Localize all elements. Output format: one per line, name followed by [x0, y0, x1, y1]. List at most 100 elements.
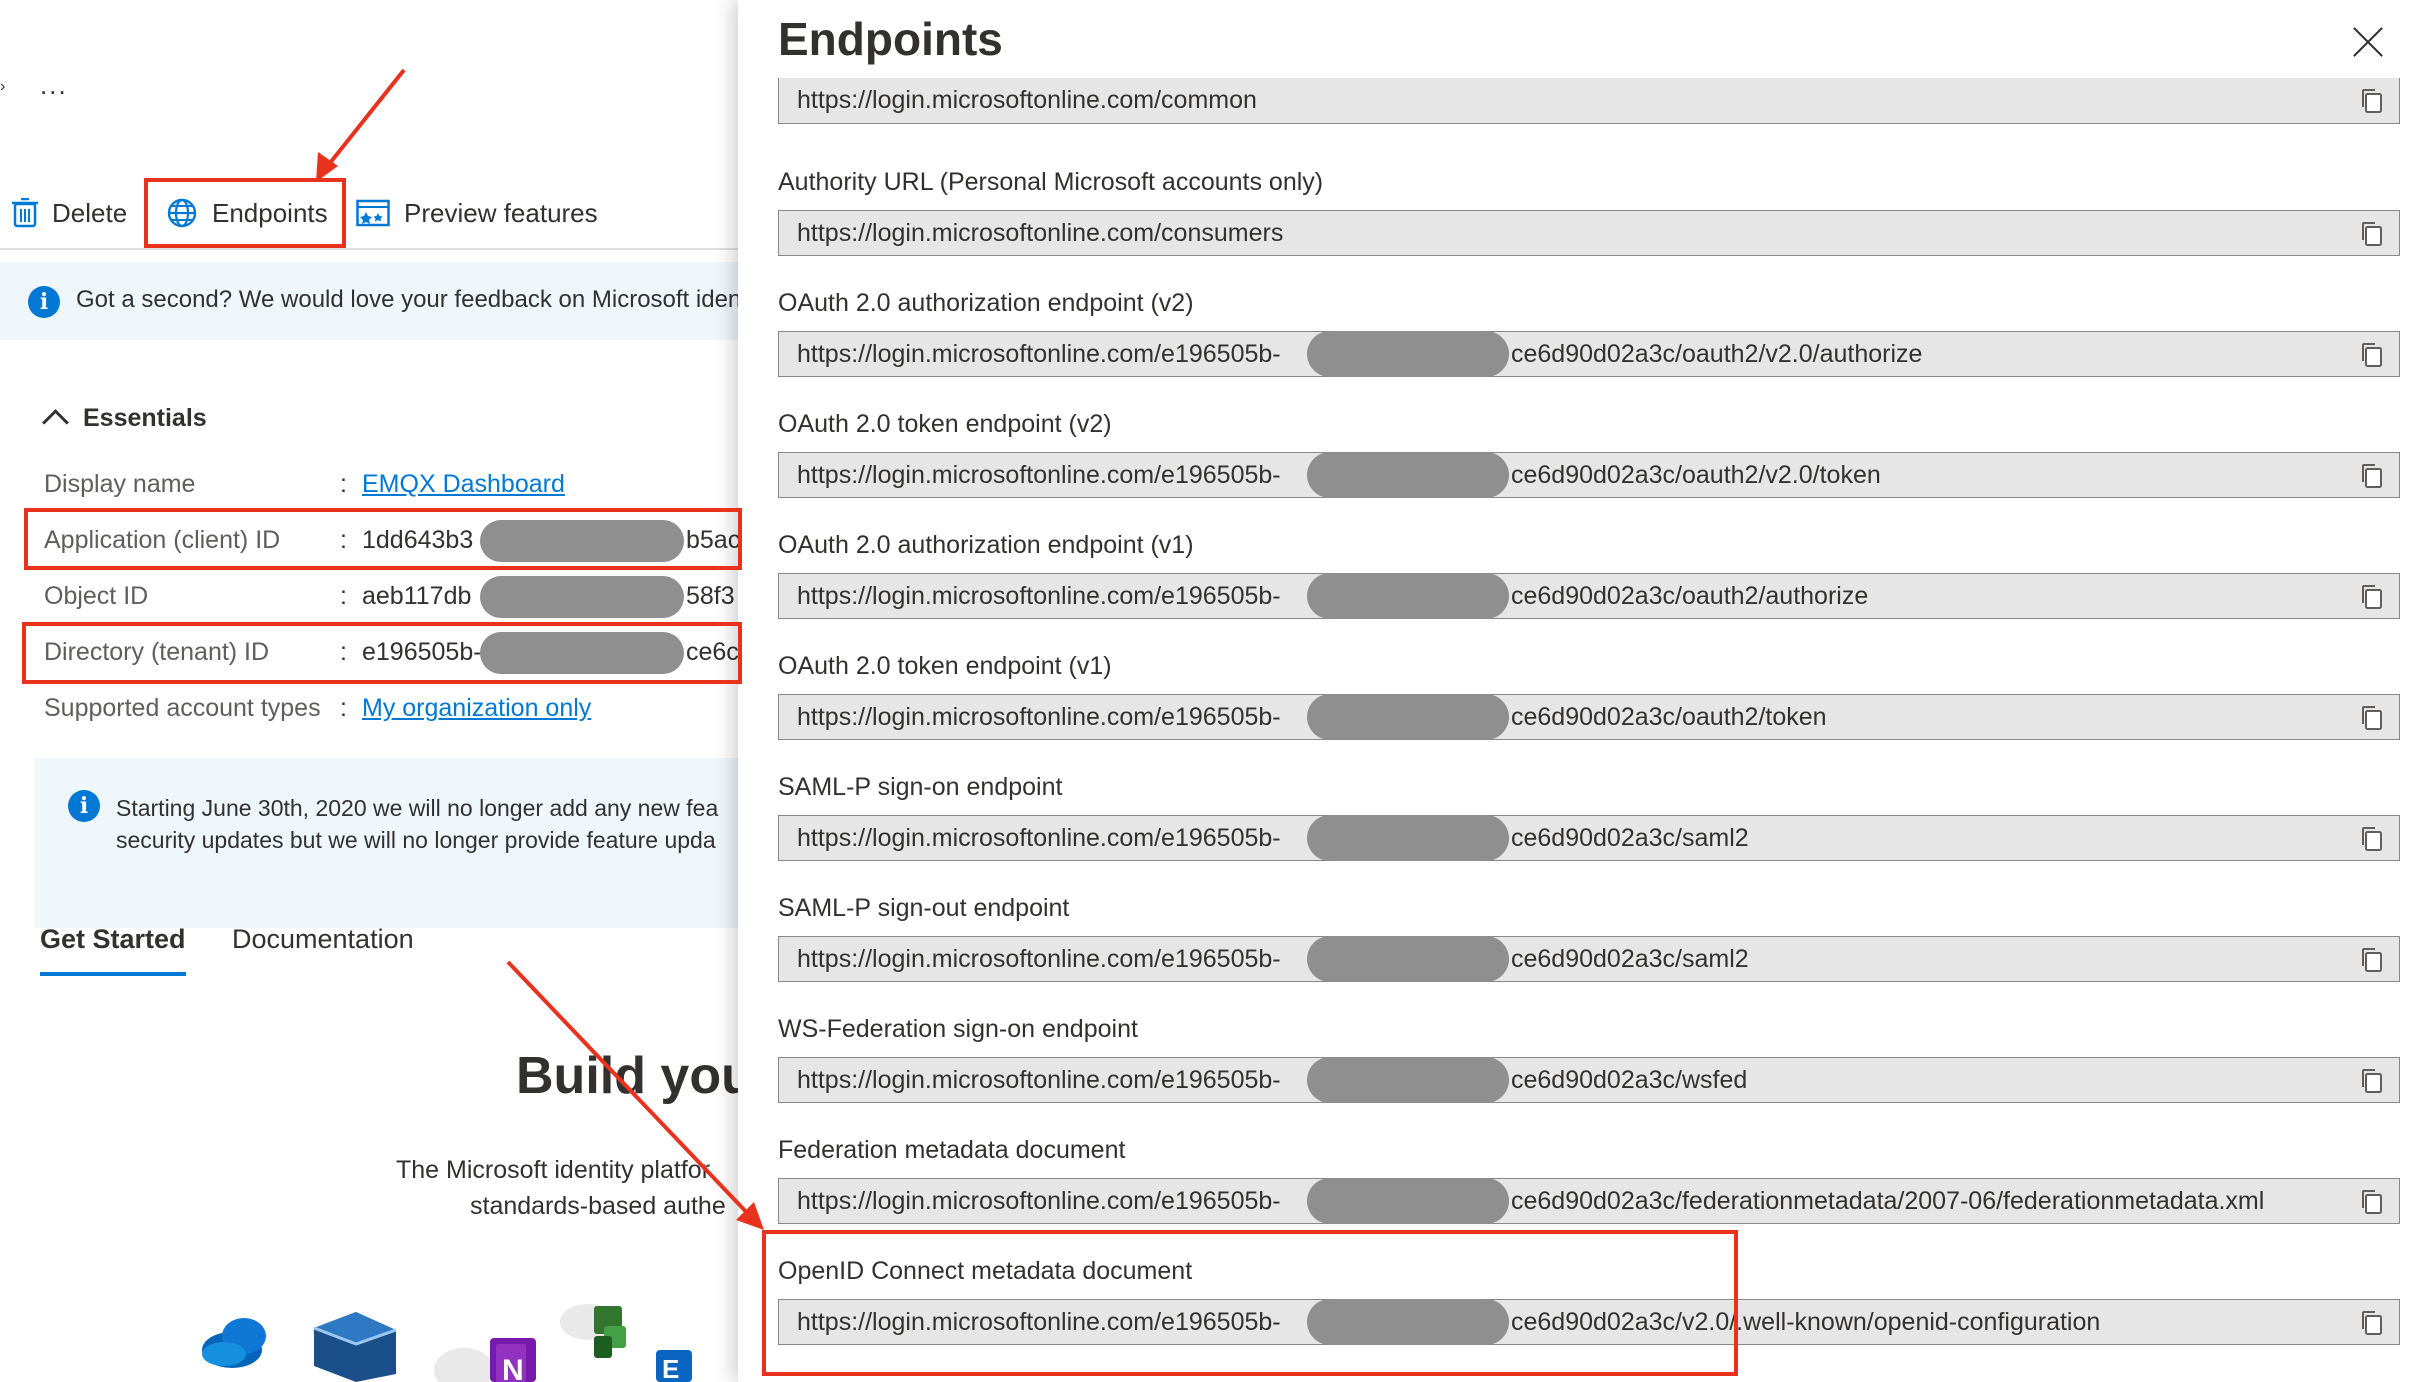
application-id-tail: b5ac — [686, 526, 738, 554]
endpoint-row: SAML-P sign-on endpoint https://login.mic… — [778, 761, 2408, 882]
redaction-blur — [480, 576, 684, 618]
redaction-blur — [1307, 573, 1509, 619]
endpoint-url-prefix: https://login.microsoftonline.com/consum… — [797, 219, 1284, 247]
endpoint-row: https://login.microsoftonline.com/common — [778, 78, 2408, 156]
endpoint-url-prefix: https://login.microsoftonline.com/e19650… — [797, 945, 1281, 973]
endpoints-button[interactable]: Endpoints — [166, 190, 328, 236]
endpoint-label: WS-Federation sign-on endpoint — [778, 1015, 1138, 1043]
endpoint-url-field[interactable]: https://login.microsoftonline.com/e19650… — [778, 1057, 2400, 1103]
deprecation-notice: i Starting June 30th, 2020 we will no lo… — [34, 758, 738, 928]
planner-icon — [560, 1304, 626, 1358]
display-name-link[interactable]: EMQX Dashboard — [362, 470, 565, 499]
essentials-title: Essentials — [83, 404, 207, 432]
copy-icon[interactable] — [2359, 463, 2385, 489]
redaction-blur — [1307, 1178, 1509, 1224]
endpoint-label: Federation metadata document — [778, 1136, 1126, 1164]
property-label: Application (client) ID — [44, 526, 281, 554]
onedrive-icon — [202, 1318, 266, 1368]
endpoint-url-prefix: https://login.microsoftonline.com/e19650… — [797, 1308, 1281, 1336]
feedback-text: Got a second? We would love your feedbac… — [76, 286, 738, 313]
endpoint-row: SAML-P sign-out endpoint https://login.mi… — [778, 882, 2408, 1003]
tab-documentation[interactable]: Documentation — [232, 924, 414, 955]
essentials-toggle[interactable]: Essentials — [42, 404, 207, 436]
endpoint-row: OAuth 2.0 token endpoint (v1) https://log… — [778, 640, 2408, 761]
endpoint-url-prefix: https://login.microsoftonline.com/e19650… — [797, 1066, 1281, 1094]
redaction-blur — [480, 632, 684, 674]
endpoint-row: WS-Federation sign-on endpoint https://lo… — [778, 1003, 2408, 1124]
copy-icon[interactable] — [2359, 947, 2385, 973]
endpoint-row: Federation metadata document https://logi… — [778, 1124, 2408, 1245]
endpoint-url-suffix: ce6d90d02a3c/oauth2/authorize — [1511, 582, 1869, 610]
preview-features-button[interactable]: Preview features — [356, 190, 598, 236]
endpoint-url-prefix: https://login.microsoftonline.com/common — [797, 86, 1257, 114]
endpoints-list: https://login.microsoftonline.com/common… — [778, 78, 2408, 1366]
endpoint-url-field[interactable]: https://login.microsoftonline.com/e19650… — [778, 331, 2400, 377]
endpoint-label: SAML-P sign-on endpoint — [778, 773, 1063, 801]
tenant-id-value[interactable]: e196505b- — [362, 638, 482, 667]
feedback-banner[interactable]: i Got a second? We would love your feedb… — [0, 262, 738, 340]
endpoint-url-field[interactable]: https://login.microsoftonline.com/e19650… — [778, 815, 2400, 861]
redaction-blur — [1307, 331, 1509, 377]
copy-icon[interactable] — [2359, 1189, 2385, 1215]
endpoint-url-field[interactable]: https://login.microsoftonline.com/e19650… — [778, 1178, 2400, 1224]
chevron-up-icon — [42, 409, 69, 436]
delete-button[interactable]: Delete — [12, 190, 127, 236]
endpoint-url-field[interactable]: https://login.microsoftonline.com/e19650… — [778, 573, 2400, 619]
copy-icon[interactable] — [2359, 1068, 2385, 1094]
copy-icon[interactable] — [2359, 584, 2385, 610]
exchange-icon: E — [656, 1350, 692, 1382]
endpoint-url-field[interactable]: https://login.microsoftonline.com/common — [778, 78, 2400, 124]
endpoint-url-prefix: https://login.microsoftonline.com/e19650… — [797, 703, 1281, 731]
endpoint-url-field[interactable]: https://login.microsoftonline.com/e19650… — [778, 1299, 2400, 1345]
redaction-blur — [1307, 815, 1509, 861]
endpoint-row: OAuth 2.0 authorization endpoint (v1) htt… — [778, 519, 2408, 640]
endpoint-row: OAuth 2.0 authorization endpoint (v2) htt… — [778, 277, 2408, 398]
endpoint-label: OAuth 2.0 token endpoint (v1) — [778, 652, 1112, 680]
endpoint-url-prefix: https://login.microsoftonline.com/e19650… — [797, 824, 1281, 852]
description-line-1: The Microsoft identity platfor — [396, 1156, 711, 1184]
trash-icon — [12, 198, 38, 228]
info-icon: i — [28, 286, 60, 318]
copy-icon[interactable] — [2359, 342, 2385, 368]
notice-text: Starting June 30th, 2020 we will no long… — [116, 795, 719, 853]
redaction-blur — [480, 520, 684, 562]
property-label: Supported account types — [44, 694, 321, 722]
close-icon[interactable] — [2352, 26, 2384, 58]
endpoint-url-prefix: https://login.microsoftonline.com/e19650… — [797, 461, 1281, 489]
endpoints-label: Endpoints — [212, 197, 328, 228]
endpoint-url-field[interactable]: https://login.microsoftonline.com/consum… — [778, 210, 2400, 256]
endpoint-url-field[interactable]: https://login.microsoftonline.com/e19650… — [778, 694, 2400, 740]
globe-icon — [167, 198, 197, 228]
endpoint-label: SAML-P sign-out endpoint — [778, 894, 1070, 922]
endpoint-row: OpenID Connect metadata document https://… — [778, 1245, 2408, 1366]
tab-get-started[interactable]: Get Started — [40, 924, 186, 976]
endpoint-label: Authority URL (Personal Microsoft accoun… — [778, 168, 1324, 196]
redaction-blur — [1307, 694, 1509, 740]
copy-icon[interactable] — [2359, 88, 2385, 114]
object-id-tail: 58f3 — [686, 582, 735, 610]
copy-icon[interactable] — [2359, 221, 2385, 247]
more-options-button[interactable]: ... — [40, 70, 68, 101]
endpoint-row: OAuth 2.0 token endpoint (v2) https://log… — [778, 398, 2408, 519]
endpoints-panel: Endpoints https://login.microsoftonline.… — [738, 0, 2422, 1382]
endpoint-url-prefix: https://login.microsoftonline.com/e19650… — [797, 1187, 1281, 1215]
application-id-value[interactable]: 1dd643b3 — [362, 526, 473, 555]
endpoint-url-field[interactable]: https://login.microsoftonline.com/e19650… — [778, 936, 2400, 982]
polyhedron-icon — [313, 1312, 397, 1382]
endpoint-url-prefix: https://login.microsoftonline.com/e19650… — [797, 582, 1281, 610]
endpoint-url-field[interactable]: https://login.microsoftonline.com/e19650… — [778, 452, 2400, 498]
copy-icon[interactable] — [2359, 1310, 2385, 1336]
app-registration-overview: › ... Delete Endpoints Preview features … — [0, 0, 738, 1382]
endpoint-label: OAuth 2.0 authorization endpoint (v2) — [778, 289, 1194, 317]
endpoint-label: OpenID Connect metadata document — [778, 1257, 1193, 1285]
account-types-link[interactable]: My organization only — [362, 694, 591, 723]
endpoint-url-suffix: ce6d90d02a3c/oauth2/v2.0/authorize — [1511, 340, 1923, 368]
object-id-value[interactable]: aeb117db — [362, 582, 471, 611]
copy-icon[interactable] — [2359, 705, 2385, 731]
description-line-2: standards-based authe — [470, 1192, 726, 1220]
copy-icon[interactable] — [2359, 826, 2385, 852]
collapse-caret-icon[interactable]: › — [0, 78, 5, 96]
delete-label: Delete — [52, 197, 128, 228]
onenote-icon: N — [434, 1338, 536, 1382]
endpoint-url-prefix: https://login.microsoftonline.com/e19650… — [797, 340, 1281, 368]
